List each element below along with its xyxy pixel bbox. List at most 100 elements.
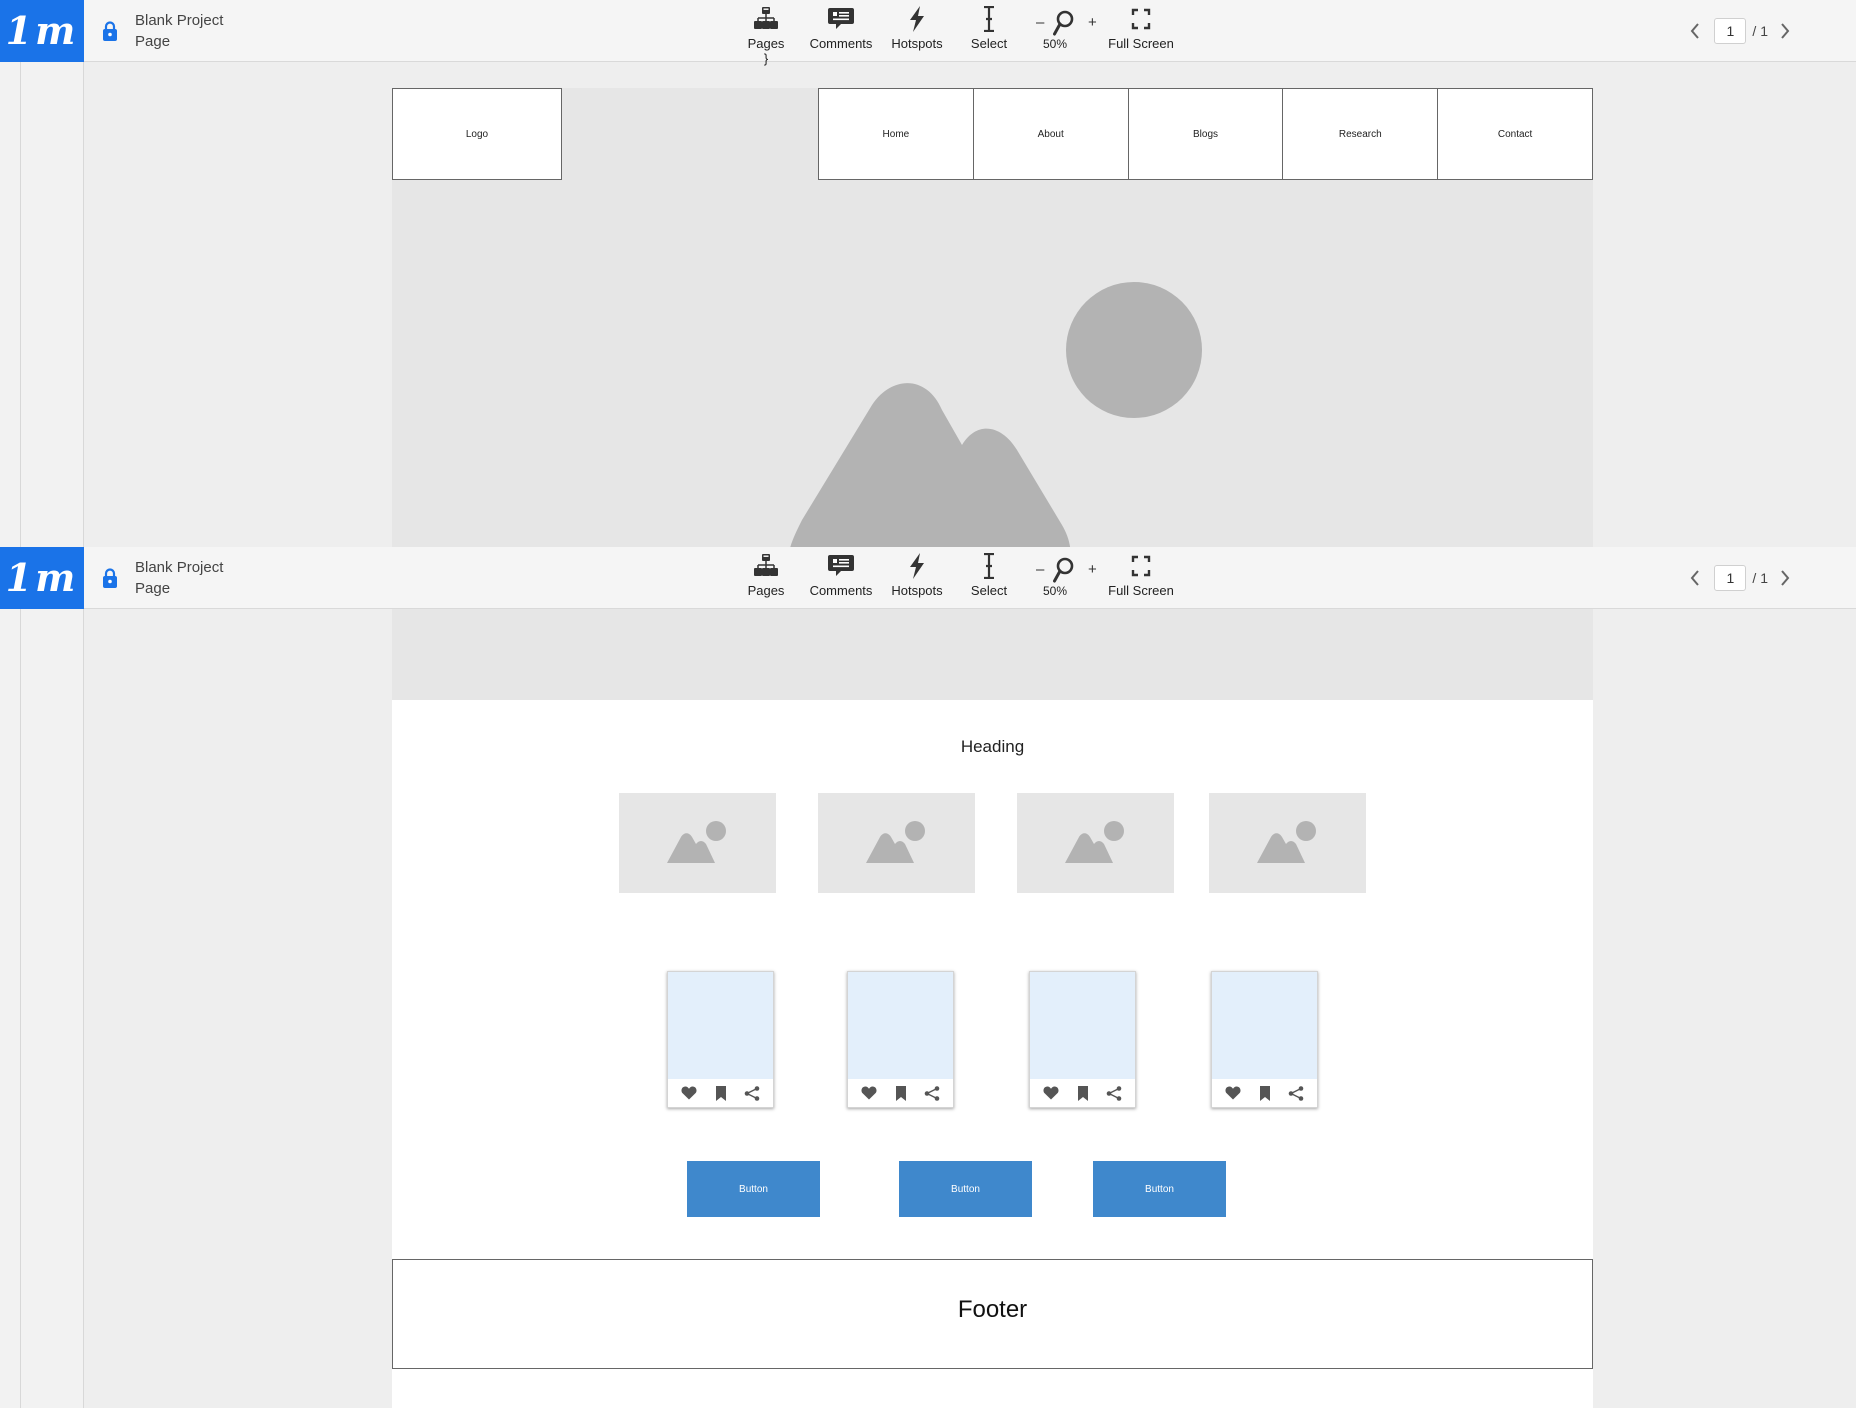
bookmark-icon[interactable] (1255, 1083, 1275, 1103)
wireframe-button[interactable]: Button (899, 1161, 1032, 1217)
zoom-level: 50% (1043, 37, 1068, 51)
fullscreen-button[interactable]: Full Screen (1108, 6, 1174, 51)
fullscreen-icon (1131, 555, 1151, 577)
heart-icon[interactable] (859, 1083, 879, 1103)
magnifier-icon (1053, 10, 1074, 36)
comments-button[interactable]: Comments (808, 6, 874, 51)
hotspots-button[interactable]: Hotspots (888, 6, 946, 51)
page-number-input[interactable]: 1 (1714, 565, 1747, 591)
heart-icon[interactable] (679, 1083, 699, 1103)
thumbnail-placeholder (1017, 793, 1174, 893)
image-placeholder-icon (667, 821, 726, 863)
section-heading: Heading (960, 737, 1025, 756)
project-info: Blank Project Page (135, 557, 223, 599)
fullscreen-icon (1131, 8, 1151, 30)
app-logo[interactable]: 1m (0, 547, 84, 609)
fullscreen-button[interactable]: Full Screen (1108, 553, 1174, 598)
chevron-left-icon (1691, 570, 1700, 586)
viewer-top: 1m Blank Project Page Pages } Comments H… (0, 0, 1856, 547)
media-card[interactable] (1211, 971, 1318, 1108)
heart-icon[interactable] (1223, 1083, 1243, 1103)
select-button[interactable]: Select (968, 6, 1010, 51)
project-name: Blank Project (135, 12, 224, 29)
nav-bar: Home About Blogs Research Contact (818, 88, 1593, 180)
prev-page-button[interactable] (1684, 18, 1706, 44)
hotspots-button[interactable]: Hotspots (888, 553, 946, 598)
bookmark-icon[interactable] (1073, 1083, 1093, 1103)
nav-item-home[interactable]: Home (818, 88, 974, 180)
footer-section: Footer (392, 1259, 1593, 1369)
next-page-button[interactable] (1774, 18, 1796, 44)
pages-label: Pages (747, 36, 785, 51)
share-icon[interactable] (922, 1083, 942, 1103)
prev-page-button[interactable] (1684, 565, 1706, 591)
text-cursor-icon (984, 6, 994, 32)
card-actions (1030, 1079, 1135, 1107)
hero-section: Logo Home About Blogs Research Contact (392, 88, 1593, 547)
zoom-in-button[interactable]: + (1088, 561, 1097, 578)
page-number-input[interactable]: 1 (1714, 18, 1747, 44)
lock-icon (103, 21, 117, 41)
share-icon[interactable] (1286, 1083, 1306, 1103)
card-image-placeholder (1212, 972, 1317, 1079)
pages-button[interactable]: Pages (740, 553, 792, 598)
hotspots-label: Hotspots (891, 583, 943, 598)
wireframe-canvas: Heading Button Button Button Footer (392, 547, 1593, 1408)
project-info: Blank Project Page (135, 10, 223, 52)
app-logo[interactable]: 1m (0, 0, 84, 62)
wireframe-button[interactable]: Button (1093, 1161, 1226, 1217)
bookmark-icon[interactable] (711, 1083, 731, 1103)
sitemap-icon (754, 7, 778, 29)
media-card[interactable] (1029, 971, 1136, 1108)
zoom-out-button[interactable]: – (1036, 561, 1044, 578)
page-name: Page (135, 580, 171, 597)
pages-button[interactable]: Pages } (740, 6, 792, 66)
card-actions (1212, 1079, 1317, 1107)
nav-item-research[interactable]: Research (1282, 88, 1439, 180)
comments-button[interactable]: Comments (808, 553, 874, 598)
zoom-control: – + 50% (1030, 553, 1100, 605)
fullscreen-label: Full Screen (1108, 36, 1174, 51)
heart-icon[interactable] (1041, 1083, 1061, 1103)
lock-icon (103, 568, 117, 588)
card-actions (848, 1079, 953, 1107)
magnifier-icon (1053, 557, 1074, 583)
share-icon[interactable] (742, 1083, 762, 1103)
comments-label: Comments (809, 583, 873, 598)
top-toolbar: 1m Blank Project Page Pages } Comments H… (0, 0, 1856, 66)
share-icon[interactable] (1104, 1083, 1124, 1103)
select-button[interactable]: Select (968, 553, 1010, 598)
nav-item-blogs[interactable]: Blogs (1127, 88, 1284, 180)
hero-image-placeholder-icon (790, 282, 1202, 547)
wireframe-canvas: Logo Home About Blogs Research Contact (392, 88, 1593, 547)
media-card[interactable] (667, 971, 774, 1108)
pages-label: Pages (747, 583, 785, 598)
nav-item-contact[interactable]: Contact (1437, 88, 1593, 180)
media-card[interactable] (847, 971, 954, 1108)
hotspots-label: Hotspots (891, 36, 943, 51)
wireframe-button[interactable]: Button (687, 1161, 820, 1217)
text-cursor-icon (984, 553, 994, 579)
left-rail (0, 62, 84, 547)
viewer-bottom: 1m Blank Project Page Pages Comments Hot… (0, 547, 1856, 1408)
bookmark-icon[interactable] (891, 1083, 911, 1103)
nav-item-about[interactable]: About (972, 88, 1129, 180)
comment-icon (828, 8, 854, 29)
zoom-control: – + 50% (1030, 6, 1100, 58)
select-label: Select (970, 583, 1008, 598)
zoom-in-button[interactable]: + (1088, 14, 1097, 31)
page-navigator: 1 / 1 (1684, 18, 1796, 44)
image-placeholder-icon (1257, 821, 1316, 863)
thumbnail-placeholder (619, 793, 776, 893)
footer-label: Footer (957, 1296, 1028, 1323)
chevron-left-icon (1691, 23, 1700, 39)
lightning-icon (910, 553, 924, 579)
zoom-level: 50% (1043, 584, 1068, 598)
next-page-button[interactable] (1774, 565, 1796, 591)
lightning-icon (910, 6, 924, 32)
chevron-right-icon (1781, 23, 1790, 39)
sitemap-icon (754, 554, 778, 576)
comments-label: Comments (809, 36, 873, 51)
page-navigator: 1 / 1 (1684, 565, 1796, 591)
zoom-out-button[interactable]: – (1036, 14, 1044, 31)
